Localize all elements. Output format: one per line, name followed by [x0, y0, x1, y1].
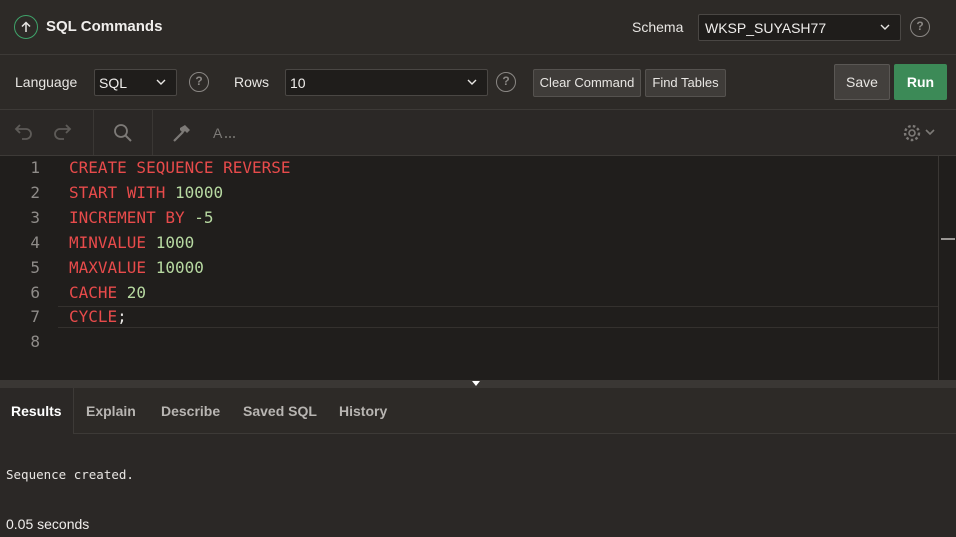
sql-keyword: MAXVALUE — [69, 257, 156, 277]
rows-help-icon[interactable]: ? — [496, 72, 516, 92]
find-tables-button[interactable]: Find Tables — [645, 69, 726, 97]
sql-keyword: INCREMENT BY — [69, 207, 195, 227]
tab-explain[interactable]: Explain — [75, 388, 147, 434]
language-help-icon[interactable]: ? — [189, 72, 209, 92]
results-tabs: Results Explain Describe Saved SQL History — [0, 388, 956, 435]
schema-select[interactable]: WKSP_SUYASH77 — [698, 14, 901, 41]
save-button[interactable]: Save — [834, 64, 890, 100]
sql-keyword: CACHE — [69, 282, 127, 302]
code-line: CYCLE; — [69, 307, 127, 326]
line-number-gutter: 1 2 3 4 5 6 7 8 — [0, 156, 58, 380]
scrollbar-marker — [941, 238, 955, 240]
result-message: Sequence created. — [6, 467, 134, 482]
sql-number: -5 — [194, 207, 214, 227]
schema-help-icon[interactable]: ? — [910, 17, 930, 37]
tab-history[interactable]: History — [328, 388, 398, 434]
schema-label: Schema — [632, 19, 684, 35]
sql-number: 1000 — [155, 232, 195, 252]
redo-icon[interactable] — [52, 122, 74, 144]
tab-describe[interactable]: Describe — [150, 388, 231, 434]
line-number: 7 — [30, 307, 40, 327]
schema-value: WKSP_SUYASH77 — [705, 20, 827, 36]
line-number: 3 — [30, 207, 40, 227]
code-line: START WITH 10000 — [69, 183, 223, 202]
sql-punctuation: ; — [117, 307, 127, 327]
line-number: 6 — [30, 282, 40, 302]
chevron-down-icon — [467, 79, 477, 85]
line-number: 8 — [30, 332, 40, 352]
tab-saved-sql[interactable]: Saved SQL — [232, 388, 328, 434]
line-number: 2 — [30, 182, 40, 202]
sql-keyword: CREATE SEQUENCE REVERSE — [69, 158, 291, 177]
run-button[interactable]: Run — [894, 64, 947, 100]
chevron-down-icon — [156, 79, 166, 85]
code-line: CREATE SEQUENCE REVERSE — [69, 158, 291, 177]
sql-code-editor[interactable]: 1 2 3 4 5 6 7 8 CREATE SEQUENCE REVERSE START WI… — [0, 156, 956, 380]
rows-value: 10 — [290, 75, 306, 91]
sql-keyword: START WITH — [69, 182, 175, 202]
editor-scrollbar[interactable] — [938, 156, 956, 380]
execution-time: 0.05 seconds — [6, 516, 90, 532]
search-icon[interactable] — [112, 122, 134, 144]
clear-command-button[interactable]: Clear Command — [533, 69, 641, 97]
page-header: SQL Commands Schema WKSP_SUYASH77 ? — [0, 0, 956, 55]
command-options-bar: Language SQL ? Rows 10 ? Clear Command F… — [0, 55, 956, 110]
caret-down-icon[interactable] — [472, 381, 480, 387]
sql-keyword: CYCLE — [69, 307, 118, 327]
sql-keyword: MINVALUE — [69, 232, 156, 252]
rows-select[interactable]: 10 — [285, 69, 488, 96]
toolbar-divider — [152, 110, 153, 155]
code-line: INCREMENT BY -5 — [69, 208, 214, 227]
toolbar-divider — [93, 110, 94, 155]
pane-splitter[interactable] — [0, 380, 956, 388]
line-number: 4 — [30, 232, 40, 252]
code-line: MINVALUE 1000 — [69, 233, 194, 252]
language-label: Language — [15, 74, 78, 90]
page-title: SQL Commands — [46, 18, 163, 35]
results-panel: Sequence created. 0.05 seconds — [0, 434, 956, 537]
language-select[interactable]: SQL — [94, 69, 177, 96]
line-number: 5 — [30, 257, 40, 277]
undo-icon[interactable] — [12, 122, 34, 144]
line-number: 1 — [30, 158, 40, 177]
editor-toolbar: A — [0, 110, 956, 156]
current-line-highlight — [58, 306, 938, 328]
settings-gear-icon[interactable] — [902, 122, 938, 144]
rows-label: Rows — [234, 74, 270, 90]
hammer-icon[interactable] — [171, 122, 193, 144]
sql-number: 20 — [126, 282, 147, 302]
chevron-down-icon — [880, 24, 890, 30]
code-line: MAXVALUE 10000 — [69, 258, 204, 277]
tab-results[interactable]: Results — [0, 388, 74, 435]
code-line: CACHE 20 — [69, 283, 146, 302]
text-format-icon[interactable]: A — [212, 122, 238, 144]
language-value: SQL — [99, 75, 128, 91]
svg-text:A: A — [213, 125, 223, 141]
sql-number: 10000 — [155, 257, 204, 277]
sql-number: 10000 — [174, 182, 224, 202]
arrow-up-icon[interactable] — [14, 15, 38, 39]
